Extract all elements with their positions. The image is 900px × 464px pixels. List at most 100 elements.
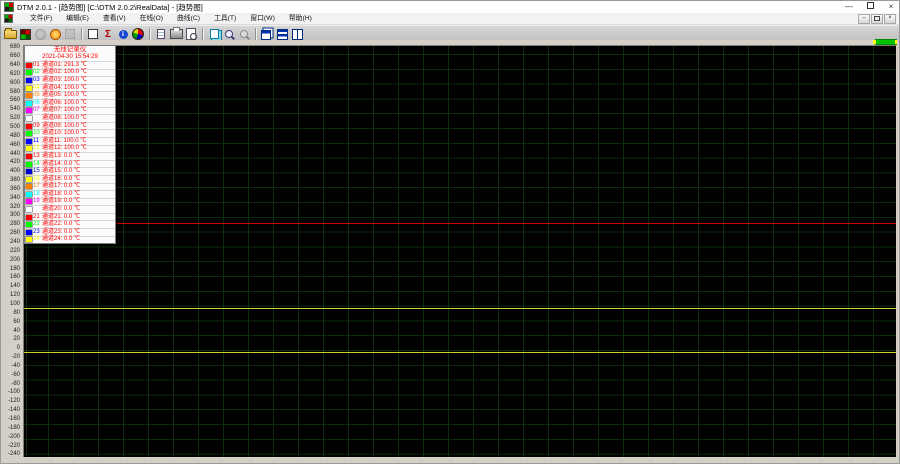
statistics-icon[interactable]: Σ bbox=[101, 28, 115, 41]
mdi-minimize-button[interactable]: – bbox=[858, 14, 870, 24]
channel-value: 通道23: 0.0 ℃ bbox=[42, 229, 80, 236]
y-axis-tick: 500 bbox=[1, 124, 20, 130]
channel-value: 通道16: 0.0 ℃ bbox=[42, 176, 80, 183]
channel-value: 通道24: 0.0 ℃ bbox=[42, 236, 80, 243]
channel-value: 通道02: 100.0 ℃ bbox=[42, 69, 87, 76]
channel-value: 通道22: 0.0 ℃ bbox=[42, 221, 80, 228]
channel-value: 通道09: 100.0 ℃ bbox=[42, 123, 87, 130]
print-icon[interactable] bbox=[169, 28, 183, 41]
channel-number: 23 bbox=[33, 229, 42, 236]
menu-item-1[interactable]: 编辑(E) bbox=[59, 13, 96, 24]
title-bar: DTM 2.0.1 - [趋势图] [C:\DTM 2.0.2\RealData… bbox=[1, 1, 899, 13]
y-axis-tick: 580 bbox=[1, 89, 20, 95]
channel-number: 14 bbox=[33, 161, 42, 168]
channel-value: 通道20: 0.0 ℃ bbox=[42, 206, 80, 213]
y-axis-tick: 640 bbox=[1, 62, 20, 68]
chart-scrollbar[interactable] bbox=[875, 39, 897, 45]
channel-value: 通道21: 0.0 ℃ bbox=[42, 214, 80, 221]
y-axis-tick: 660 bbox=[1, 53, 20, 59]
minimize-button[interactable]: — bbox=[843, 2, 855, 12]
y-axis-tick: -160 bbox=[1, 416, 20, 422]
close-button[interactable]: × bbox=[885, 2, 897, 12]
start-collect-icon[interactable] bbox=[48, 28, 62, 41]
select-region-icon[interactable] bbox=[86, 28, 100, 41]
y-axis-tick: 400 bbox=[1, 168, 20, 174]
save-data-icon[interactable] bbox=[18, 28, 32, 41]
channel-number: 13 bbox=[33, 153, 42, 160]
menu-bar: 文件(F)编辑(E)查看(V)在线(O)曲线(C)工具(T)窗口(W)帮助(H)… bbox=[1, 13, 899, 25]
menu-item-5[interactable]: 工具(T) bbox=[207, 13, 243, 24]
app-window: { "window": { "title": "DTM 2.0.1 - [趋势图… bbox=[0, 0, 900, 464]
channel-color-swatch bbox=[26, 78, 32, 83]
channel-number: 08 bbox=[33, 115, 42, 122]
channel-number: 15 bbox=[33, 168, 42, 175]
y-axis-tick: 600 bbox=[1, 80, 20, 86]
zoom-icon[interactable] bbox=[222, 28, 236, 41]
channel-value: 通道04: 100.0 ℃ bbox=[42, 85, 87, 92]
channel-color-swatch bbox=[26, 70, 32, 75]
menu-item-7[interactable]: 帮助(H) bbox=[282, 13, 319, 24]
channel-number: 07 bbox=[33, 107, 42, 114]
y-axis-tick: -220 bbox=[1, 443, 20, 449]
zoom-reset-icon bbox=[237, 28, 251, 41]
y-axis-tick: 440 bbox=[1, 151, 20, 157]
zoom-reset-icon bbox=[240, 30, 248, 38]
channel-color-swatch bbox=[26, 215, 32, 220]
tile-vertical-icon[interactable] bbox=[290, 28, 304, 41]
stop-collect-icon bbox=[35, 29, 46, 40]
y-axis-tick: 480 bbox=[1, 133, 20, 139]
pie-chart-icon bbox=[132, 28, 144, 40]
channel-number: 12 bbox=[33, 145, 42, 152]
maximize-button[interactable] bbox=[864, 2, 876, 12]
menu-item-6[interactable]: 窗口(W) bbox=[243, 13, 282, 24]
channel-color-swatch bbox=[26, 131, 32, 136]
plot-area[interactable] bbox=[23, 45, 896, 457]
open-file-icon bbox=[4, 30, 17, 39]
channel-color-swatch bbox=[26, 184, 32, 189]
y-axis-tick: 540 bbox=[1, 106, 20, 112]
channel-number: 11 bbox=[33, 138, 42, 145]
print-preview-icon[interactable] bbox=[184, 28, 198, 41]
y-axis-tick: 100 bbox=[1, 301, 20, 307]
channel-value: 通道17: 0.0 ℃ bbox=[42, 183, 80, 190]
menu-item-3[interactable]: 在线(O) bbox=[133, 13, 170, 24]
mdi-close-button[interactable]: × bbox=[884, 14, 896, 24]
legend-panel[interactable]: 无线记录仪 2021-04-30 15:54:29 01通道01: 291.3 … bbox=[24, 45, 116, 244]
channel-color-swatch bbox=[26, 139, 32, 144]
pie-chart-icon[interactable] bbox=[131, 28, 145, 41]
menu-item-2[interactable]: 查看(V) bbox=[96, 13, 133, 24]
tile-horizontal-icon[interactable] bbox=[275, 28, 289, 41]
y-axis-tick: 380 bbox=[1, 177, 20, 183]
mdi-restore-button[interactable] bbox=[871, 14, 883, 24]
y-axis-tick: 420 bbox=[1, 159, 20, 165]
copy-curve-icon[interactable] bbox=[207, 28, 221, 41]
y-axis-tick: 560 bbox=[1, 97, 20, 103]
y-axis-tick: -60 bbox=[1, 372, 20, 378]
legend-row-channel-24[interactable]: 24通道24: 0.0 ℃ bbox=[25, 237, 115, 244]
report-icon[interactable] bbox=[154, 28, 168, 41]
y-axis-tick: 240 bbox=[1, 239, 20, 245]
statistics-icon: Σ bbox=[105, 29, 111, 40]
open-file-icon[interactable] bbox=[3, 28, 17, 41]
y-axis-tick: 260 bbox=[1, 230, 20, 236]
y-axis-tick: 360 bbox=[1, 186, 20, 192]
menu-item-0[interactable]: 文件(F) bbox=[23, 13, 59, 24]
series-line-通道01 bbox=[24, 223, 896, 224]
cascade-windows-icon bbox=[261, 30, 271, 40]
print-icon bbox=[170, 29, 183, 39]
cascade-windows-icon[interactable] bbox=[260, 28, 274, 41]
y-axis-tick: 340 bbox=[1, 195, 20, 201]
channel-value: 通道15: 0.0 ℃ bbox=[42, 168, 80, 175]
channel-color-swatch bbox=[26, 86, 32, 91]
channel-value: 通道11: 100.0 ℃ bbox=[42, 138, 86, 145]
pause-collect-icon bbox=[65, 29, 75, 39]
menu-item-4[interactable]: 曲线(C) bbox=[170, 13, 207, 24]
y-axis-tick: 280 bbox=[1, 221, 20, 227]
channel-color-swatch bbox=[26, 154, 32, 159]
channel-number: 06 bbox=[33, 100, 42, 107]
channel-color-swatch bbox=[26, 162, 32, 167]
channel-color-swatch bbox=[26, 101, 32, 106]
info-icon[interactable]: i bbox=[116, 28, 130, 41]
y-axis-tick: 460 bbox=[1, 142, 20, 148]
channel-value: 通道06: 100.0 ℃ bbox=[42, 100, 87, 107]
